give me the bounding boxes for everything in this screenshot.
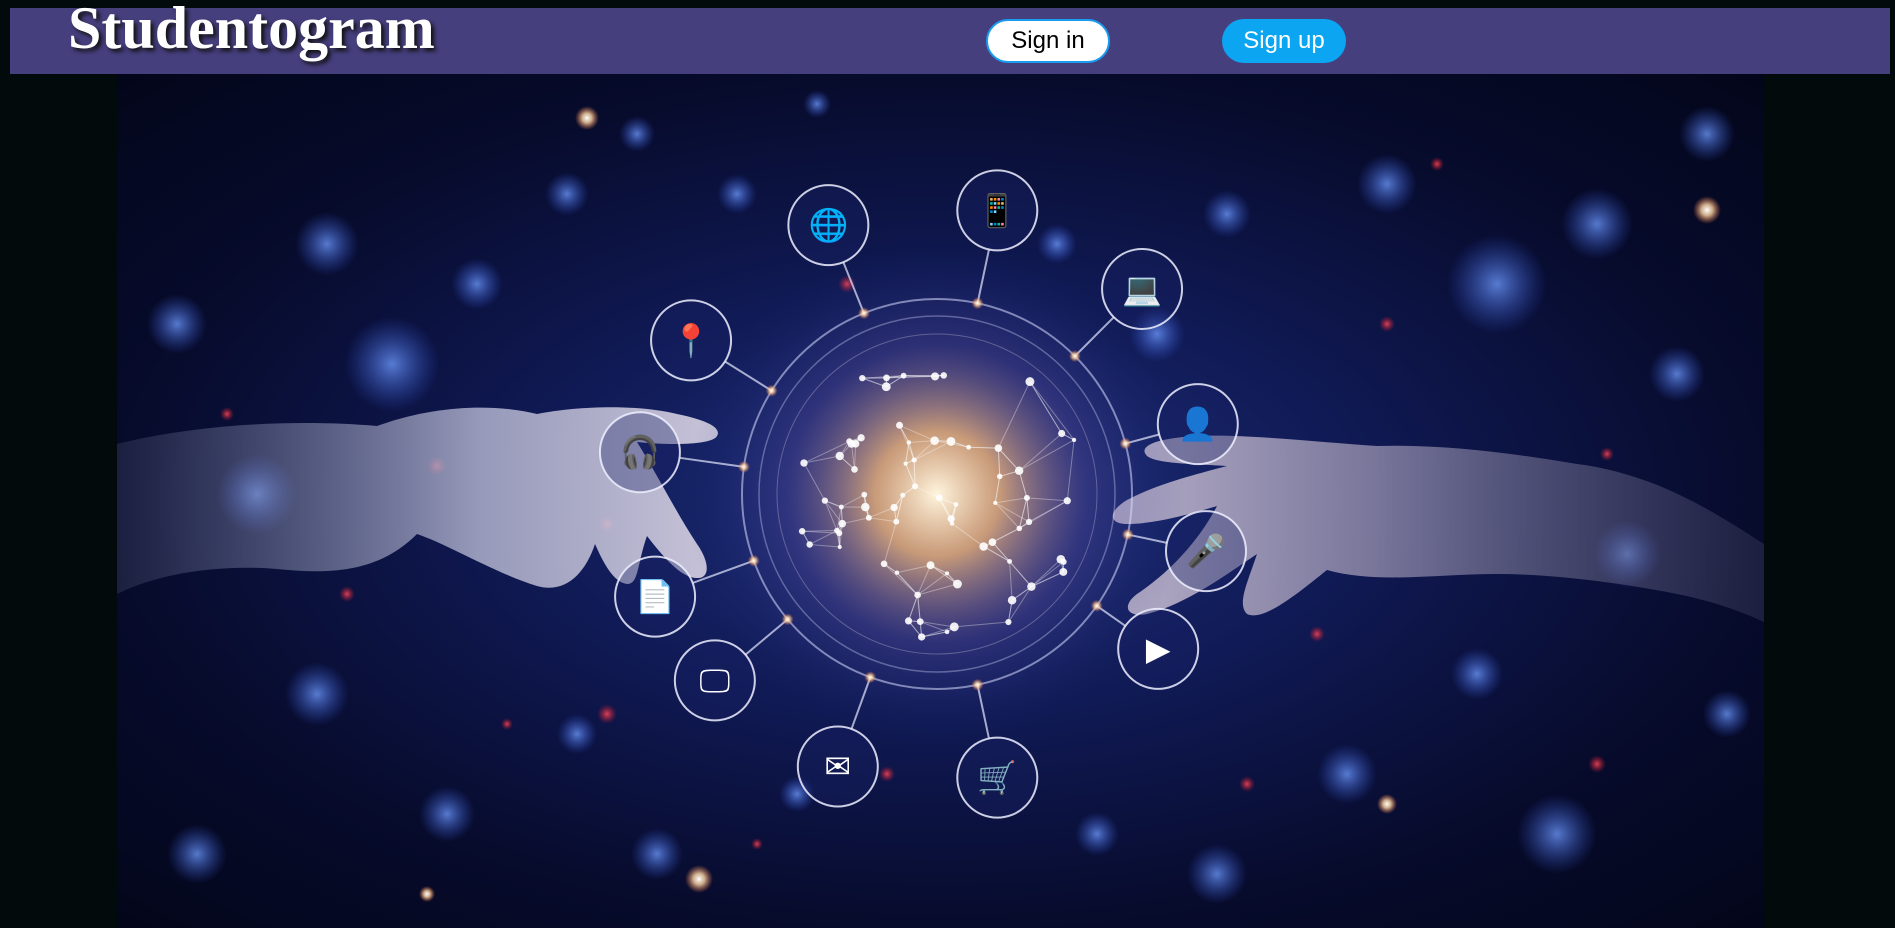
svg-text:📍: 📍 (671, 321, 711, 359)
svg-text:🌐: 🌐 (808, 206, 848, 244)
svg-text:🎤: 🎤 (1186, 532, 1226, 570)
svg-text:📱: 📱 (977, 191, 1017, 229)
svg-text:🖵: 🖵 (699, 661, 730, 699)
svg-text:👤: 👤 (1178, 405, 1218, 443)
hero-image: 🌐 📱 💻 📍 👤 🎧 🎤 📄 ▶ 🖵 ✉ 🛒 (117, 74, 1764, 928)
svg-text:✉: ✉ (824, 748, 851, 786)
hero-illustration: 🌐 📱 💻 📍 👤 🎧 🎤 📄 ▶ 🖵 ✉ 🛒 (117, 90, 1764, 904)
svg-text:▶: ▶ (1146, 630, 1171, 668)
brand-logo[interactable]: Studentogram (68, 0, 435, 58)
sign-up-button[interactable]: Sign up (1222, 19, 1346, 63)
top-navbar: Studentogram Sign in Sign up (10, 0, 1890, 74)
sign-in-button[interactable]: Sign in (986, 19, 1110, 63)
svg-text:🎧: 🎧 (620, 433, 660, 471)
svg-text:💻: 💻 (1122, 270, 1162, 308)
svg-text:🛒: 🛒 (977, 759, 1017, 797)
page: Studentogram Sign in Sign up 🌐 📱 💻 📍 👤 🎧… (0, 0, 1895, 928)
svg-text:📄: 📄 (635, 578, 675, 616)
